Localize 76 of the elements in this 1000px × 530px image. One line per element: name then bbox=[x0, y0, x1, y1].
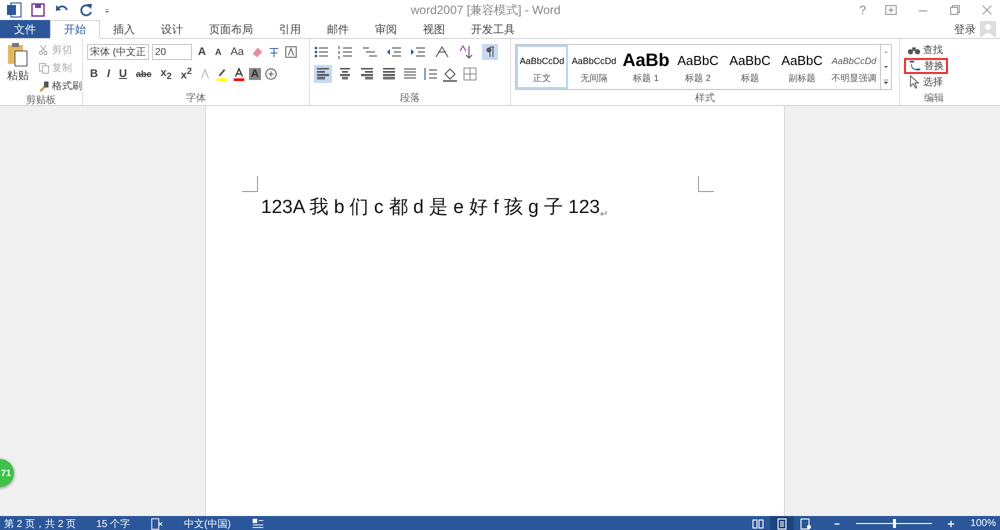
font-size-field[interactable]: 20 bbox=[152, 44, 192, 60]
ribbon-tab[interactable]: 开始 bbox=[50, 20, 100, 39]
page-count[interactable]: 第 2 页，共 2 页 bbox=[4, 516, 76, 530]
read-mode-icon bbox=[752, 518, 764, 530]
clipboard-icon bbox=[7, 42, 29, 68]
copy-icon bbox=[38, 62, 50, 74]
font-style-button[interactable]: abc bbox=[132, 68, 154, 80]
redo-icon[interactable] bbox=[78, 2, 94, 18]
shrink-font-button[interactable]: A bbox=[212, 46, 224, 58]
change-case-button[interactable]: Aa bbox=[227, 45, 247, 59]
macro-icon[interactable] bbox=[250, 516, 265, 530]
font-style-button[interactable]: I bbox=[104, 67, 114, 81]
ribbon-tab[interactable]: 视图 bbox=[410, 20, 458, 38]
font-style-button[interactable]: x$^{2}$ bbox=[178, 65, 195, 83]
corner-mark-icon bbox=[698, 176, 714, 192]
font-style-button[interactable]: U bbox=[116, 67, 130, 81]
group-label: 字体 bbox=[185, 92, 207, 105]
ribbon-tab[interactable]: 审阅 bbox=[362, 20, 410, 38]
word-count[interactable]: 15 个字 bbox=[96, 516, 130, 530]
enclose-character-icon[interactable] bbox=[264, 67, 278, 81]
group-label: 段落 bbox=[399, 92, 421, 105]
ribbon-tab[interactable]: 设计 bbox=[148, 20, 196, 38]
font-name-field[interactable]: 宋体 (中文正 bbox=[87, 44, 149, 60]
line-spacing-icon[interactable] bbox=[422, 66, 438, 82]
editing-button[interactable]: 选择 bbox=[904, 74, 948, 90]
group-label: 编辑 bbox=[923, 92, 945, 105]
shading-button[interactable]: A bbox=[248, 68, 261, 80]
web-layout-icon bbox=[800, 518, 812, 530]
alignment-icon[interactable] bbox=[314, 65, 332, 83]
paintbrush-icon bbox=[38, 80, 50, 92]
zoom-level[interactable]: 100% bbox=[970, 518, 996, 529]
bullets-icon[interactable] bbox=[314, 44, 330, 60]
language-indicator[interactable]: 中文(中国) bbox=[184, 516, 231, 530]
proofing-icon[interactable] bbox=[150, 516, 164, 530]
ribbon-display-icon[interactable] bbox=[884, 3, 898, 17]
editing-button[interactable]: 替换 bbox=[904, 58, 948, 74]
font-color-icon[interactable] bbox=[232, 67, 246, 81]
character-border-icon[interactable] bbox=[284, 45, 298, 59]
window-title: word2007 [兼容模式] - Word bbox=[410, 2, 562, 18]
scissors-icon bbox=[38, 44, 50, 56]
font-style-button[interactable]: x$_{2}$ bbox=[157, 66, 175, 82]
word-logo-icon[interactable] bbox=[6, 2, 22, 18]
document-text: 123A 我 b 们 c 都 d 是 e 好 f 孩 g 子 123 bbox=[261, 196, 600, 220]
ribbon-tab[interactable]: 插入 bbox=[100, 20, 148, 38]
ribbon-tab[interactable]: 开发工具 bbox=[458, 20, 528, 38]
grow-font-button[interactable]: A bbox=[195, 45, 209, 59]
editing-button[interactable]: 查找 bbox=[904, 42, 948, 58]
sign-in-link[interactable]: 登录 bbox=[954, 22, 976, 36]
help-button[interactable]: ? bbox=[859, 3, 866, 17]
paint-bucket-icon[interactable] bbox=[442, 66, 458, 82]
group-label: 剪贴板 bbox=[25, 94, 57, 107]
sort-icon[interactable] bbox=[458, 44, 474, 60]
ribbon-tab[interactable]: 邮件 bbox=[314, 20, 362, 38]
restore-icon[interactable] bbox=[948, 3, 962, 17]
numbering-icon[interactable] bbox=[338, 44, 354, 60]
save-icon[interactable] bbox=[30, 2, 46, 18]
group-label: 样式 bbox=[694, 92, 716, 105]
highlighter-icon[interactable] bbox=[214, 67, 229, 81]
paste-button[interactable]: 粘贴 bbox=[4, 42, 32, 94]
ribbon-tab[interactable]: 页面布局 bbox=[196, 20, 266, 38]
replace-icon bbox=[908, 59, 922, 73]
view-button[interactable] bbox=[770, 516, 794, 530]
font-style-button[interactable]: B bbox=[87, 67, 101, 81]
paragraph-mark: ↵ bbox=[600, 209, 608, 220]
ribbon-tab[interactable]: 文件 bbox=[0, 20, 50, 38]
zoom-slider[interactable] bbox=[856, 516, 932, 530]
print-layout-icon bbox=[776, 518, 788, 530]
zoom-in-icon[interactable] bbox=[946, 518, 956, 528]
corner-mark-icon bbox=[242, 176, 258, 192]
style-option[interactable]: AaBbCcDd 正文 bbox=[516, 45, 568, 89]
show-marks-icon[interactable] bbox=[482, 44, 498, 60]
ribbon-tab[interactable]: 引用 bbox=[266, 20, 314, 38]
clipboard-button[interactable]: 格式刷 bbox=[36, 78, 84, 94]
cursor-icon bbox=[907, 75, 921, 89]
close-icon[interactable] bbox=[980, 3, 994, 17]
more-icon[interactable] bbox=[882, 78, 890, 86]
